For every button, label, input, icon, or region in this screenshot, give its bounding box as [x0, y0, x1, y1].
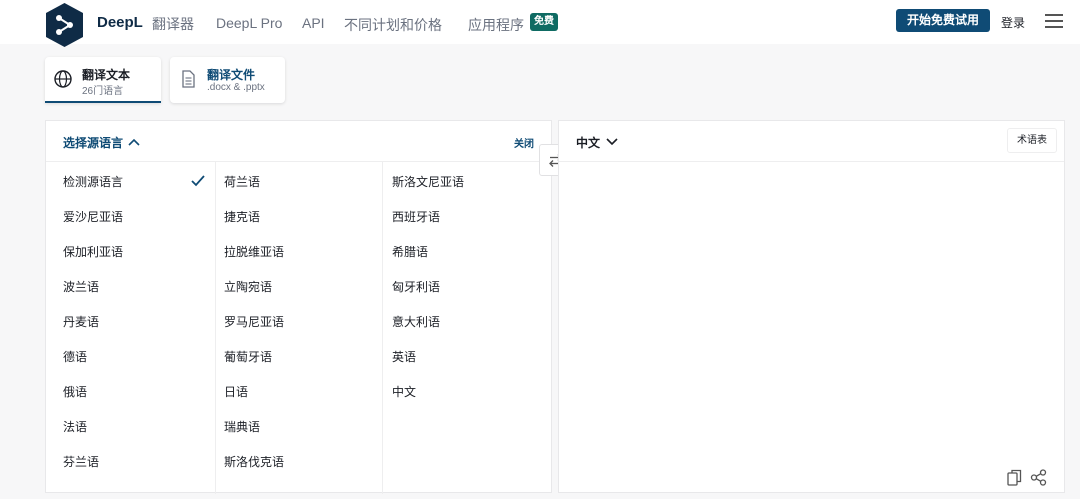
target-language-panel: 中文 术语表	[558, 120, 1065, 493]
target-panel-header: 中文 术语表	[559, 121, 1064, 162]
source-panel-header: 选择源语言 关闭	[46, 121, 551, 162]
language-option[interactable]: 英语	[392, 348, 416, 365]
language-option[interactable]: 法语	[63, 418, 87, 435]
language-option[interactable]: 中文	[392, 383, 416, 400]
close-language-list-button[interactable]: 关闭	[514, 135, 534, 150]
tab-title: 翻译文件	[207, 68, 256, 82]
language-column-2: 荷兰语 捷克语 拉脱维亚语 立陶宛语 罗马尼亚语 葡萄牙语 日语 瑞典语 斯洛伐…	[216, 162, 383, 494]
tab-translate-text[interactable]: 翻译文本 26门语言	[45, 57, 161, 103]
document-icon	[182, 70, 195, 88]
language-option[interactable]: 芬兰语	[63, 453, 99, 470]
nav-pricing[interactable]: 不同计划和价格	[344, 15, 442, 35]
glossary-button[interactable]: 术语表	[1007, 128, 1057, 153]
free-badge: 免费	[530, 13, 558, 31]
language-option[interactable]: 荷兰语	[224, 173, 260, 190]
hamburger-menu-icon[interactable]	[1045, 14, 1063, 28]
top-header: DeepL 翻译器 DeepL Pro API 不同计划和价格 应用程序 免费 …	[0, 0, 1080, 47]
deepl-logo-icon[interactable]	[45, 2, 84, 48]
language-option[interactable]: 拉脱维亚语	[224, 243, 284, 260]
language-option[interactable]: 斯洛文尼亚语	[392, 173, 464, 190]
chevron-up-icon[interactable]	[128, 138, 140, 146]
language-option[interactable]: 捷克语	[224, 208, 260, 225]
target-language-selector[interactable]: 中文	[576, 134, 600, 151]
nav-deepl-pro[interactable]: DeepL Pro	[216, 15, 282, 31]
language-option[interactable]: 意大利语	[392, 313, 440, 330]
tab-subtitle: 26门语言	[82, 86, 124, 97]
login-link[interactable]: 登录	[1001, 14, 1025, 31]
brand-subtitle[interactable]: 翻译器	[152, 14, 194, 34]
nav-apps[interactable]: 应用程序	[468, 15, 524, 35]
tab-title: 翻译文本	[82, 68, 131, 82]
copy-icon[interactable]	[1007, 469, 1022, 486]
language-option[interactable]: 丹麦语	[63, 313, 99, 330]
language-option[interactable]: 俄语	[63, 383, 87, 400]
language-option[interactable]: 爱沙尼亚语	[63, 208, 123, 225]
language-option[interactable]: 西班牙语	[392, 208, 440, 225]
language-option[interactable]: 匈牙利语	[392, 278, 440, 295]
check-icon	[191, 175, 205, 187]
brand-name[interactable]: DeepL	[97, 14, 143, 31]
language-option[interactable]: 保加利亚语	[63, 243, 123, 260]
nav-api[interactable]: API	[302, 15, 325, 31]
language-option[interactable]: 日语	[224, 383, 248, 400]
language-column-1: 检测源语言 爱沙尼亚语 保加利亚语 波兰语 丹麦语 德语 俄语 法语 芬兰语	[46, 162, 216, 494]
language-option[interactable]: 检测源语言	[63, 173, 123, 190]
tab-translate-files[interactable]: 翻译文件 .docx & .pptx	[170, 57, 285, 103]
share-icon[interactable]	[1030, 469, 1047, 486]
language-option[interactable]: 葡萄牙语	[224, 348, 272, 365]
language-option[interactable]: 罗马尼亚语	[224, 313, 284, 330]
language-option[interactable]: 希腊语	[392, 243, 428, 260]
language-option[interactable]: 瑞典语	[224, 418, 260, 435]
language-option[interactable]: 波兰语	[63, 278, 99, 295]
source-language-panel: 选择源语言 关闭 检测源语言 爱沙尼亚语 保加利亚语 波兰语 丹麦语 德语 俄语…	[45, 120, 553, 494]
language-option[interactable]: 斯洛伐克语	[224, 453, 284, 470]
tab-subtitle: .docx & .pptx	[207, 82, 265, 93]
language-option[interactable]: 德语	[63, 348, 87, 365]
start-free-trial-button[interactable]: 开始免费试用	[896, 9, 990, 32]
globe-icon	[54, 70, 72, 88]
select-source-language-button[interactable]: 选择源语言	[63, 134, 123, 151]
language-column-3: 斯洛文尼亚语 西班牙语 希腊语 匈牙利语 意大利语 英语 中文	[383, 162, 553, 494]
chevron-down-icon[interactable]	[606, 138, 618, 146]
language-option[interactable]: 立陶宛语	[224, 278, 272, 295]
